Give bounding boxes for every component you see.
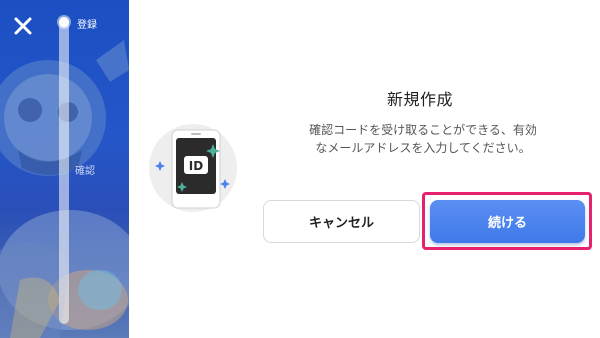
progress-current-dot — [59, 17, 69, 27]
id-card-icon: ID — [155, 129, 230, 209]
continue-button[interactable]: 続ける — [430, 200, 585, 243]
dialog-title: 新規作成 — [386, 90, 453, 109]
step-label-confirm: 確認 — [75, 166, 95, 177]
cancel-button[interactable]: キャンセル — [263, 200, 420, 243]
left-art-panel: 登録 確認 — [0, 0, 129, 338]
close-button[interactable] — [9, 12, 37, 40]
progress-track — [59, 18, 69, 324]
step-label-register: 登録 — [77, 20, 97, 31]
close-icon — [14, 17, 32, 35]
id-label: ID — [189, 159, 203, 173]
dialog-description: 確認コードを受け取ることができる、有効なメールアドレスを入力してください。 — [309, 123, 537, 155]
